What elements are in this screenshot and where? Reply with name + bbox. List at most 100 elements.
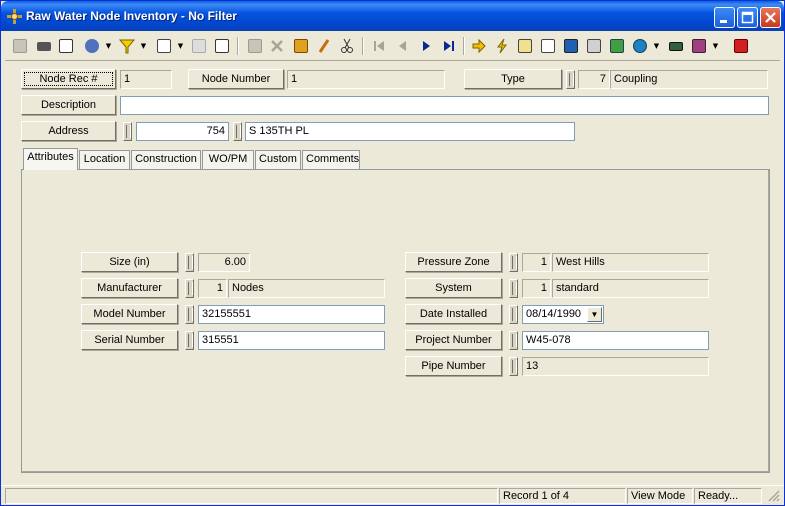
first-record-icon[interactable] [369,36,389,56]
globe-icon[interactable] [630,36,650,56]
stamp-icon[interactable] [291,36,311,56]
address-street-field[interactable]: S 135TH PL [245,122,575,141]
pipe-number-grip[interactable] [509,357,518,376]
type-code-field: 7 [578,70,610,89]
goto-arrow-icon[interactable] [469,36,489,56]
size-grip[interactable] [185,253,194,272]
save-icon[interactable] [245,36,265,56]
serial-number-label-button[interactable]: Serial Number [81,330,178,350]
lightning-icon[interactable] [492,36,512,56]
pressure-zone-lookup-grip[interactable] [509,253,518,272]
search-dropdown-icon[interactable]: ▼ [105,42,112,50]
system-value-field: standard [552,279,709,298]
exit-icon[interactable] [731,36,751,56]
maximize-icon [741,11,754,24]
system-lookup-grip[interactable] [509,279,518,298]
mode-pane: View Mode [627,488,693,504]
manufacturer-label-button[interactable]: Manufacturer [81,278,178,298]
edit-icon[interactable] [314,36,334,56]
tree-icon[interactable] [515,36,535,56]
description-label-button[interactable]: Description [21,95,116,115]
model-number-label-button[interactable]: Model Number [81,304,178,324]
close-icon [765,12,776,23]
keyboard-icon[interactable] [666,36,686,56]
search-icon[interactable] [82,36,102,56]
minimize-button[interactable] [714,7,735,28]
last-record-icon[interactable] [439,36,459,56]
next-record-icon[interactable] [416,36,436,56]
app-icon [7,9,22,24]
copy-icon[interactable] [189,36,209,56]
pressure-zone-code-field: 1 [522,253,551,272]
model-number-grip[interactable] [185,305,194,324]
type-label-button[interactable]: Type [464,69,562,89]
date-installed-field[interactable]: 08/14/1990 ▼ [522,305,604,324]
paste-icon[interactable] [212,36,232,56]
book-dropdown-icon[interactable]: ▼ [712,42,719,50]
filter-dropdown-icon[interactable]: ▼ [140,42,147,50]
tab-construction[interactable]: Construction [131,150,201,169]
status-bar: Record 1 of 4 View Mode Ready... [1,485,784,505]
node-number-field: 1 [287,70,445,89]
print-preview-icon[interactable] [56,36,76,56]
project-number-grip[interactable] [509,331,518,350]
report-dropdown-icon[interactable]: ▼ [177,42,184,50]
node-rec-field: 1 [120,70,172,89]
tab-custom[interactable]: Custom [255,150,301,169]
node-number-label-button[interactable]: Node Number [188,69,284,89]
close-button[interactable] [760,7,781,28]
resize-grip-icon[interactable] [763,488,781,504]
description-field[interactable] [120,96,769,115]
date-installed-value: 08/14/1990 [526,308,582,320]
size-field: 6.00 [198,253,250,272]
address-number-field[interactable]: 754 [136,122,229,141]
date-installed-label-button[interactable]: Date Installed [405,304,502,324]
calculator-icon[interactable] [584,36,604,56]
toolbar: ▼ ▼ ▼ ▼ ▼ [5,33,780,61]
toolbar-separator [237,37,239,55]
node-rec-label-button[interactable]: Node Rec # [21,69,116,89]
window-title: Raw Water Node Inventory - No Filter [26,9,237,23]
new-icon[interactable] [10,36,30,56]
toolbar-separator [362,37,364,55]
book-icon[interactable] [689,36,709,56]
serial-number-grip[interactable] [185,331,194,350]
tab-wo-pm[interactable]: WO/PM [202,150,254,169]
pressure-zone-label-button[interactable]: Pressure Zone [405,252,502,272]
maximize-button[interactable] [737,7,758,28]
minimize-icon [720,20,727,23]
address-label-button[interactable]: Address [21,121,116,141]
model-number-field[interactable]: 32155551 [198,305,385,324]
date-installed-grip[interactable] [509,305,518,324]
toolbar-separator [463,37,465,55]
map-view-icon[interactable] [561,36,581,56]
street-lookup-grip[interactable] [233,122,242,141]
pressure-zone-value-field: West Hills [552,253,709,272]
delete-icon[interactable] [267,36,287,56]
report-icon[interactable] [154,36,174,56]
main-window: Raw Water Node Inventory - No Filter ▼ ▼… [0,0,785,506]
tab-location[interactable]: Location [79,150,130,169]
address-lookup-grip[interactable] [123,122,132,141]
record-count-pane: Record 1 of 4 [499,488,626,504]
type-lookup-grip[interactable] [566,70,575,89]
status-message-pane [5,488,498,504]
globe-dropdown-icon[interactable]: ▼ [653,42,660,50]
manufacturer-lookup-grip[interactable] [185,279,194,298]
serial-number-field[interactable]: 315551 [198,331,385,350]
project-number-field[interactable]: W45-078 [522,331,709,350]
pipe-number-label-button[interactable]: Pipe Number [405,356,502,376]
size-label-button[interactable]: Size (in) [81,252,178,272]
filter-icon[interactable] [117,36,137,56]
system-label-button[interactable]: System [405,278,502,298]
date-picker-dropdown-icon[interactable]: ▼ [587,307,602,322]
prev-record-icon[interactable] [393,36,413,56]
image-icon[interactable] [607,36,627,56]
hierarchy-icon[interactable] [538,36,558,56]
print-icon[interactable] [34,36,54,56]
tab-comments[interactable]: Comments [302,150,360,169]
project-number-label-button[interactable]: Project Number [405,330,502,350]
cut-icon[interactable] [337,36,357,56]
tab-attributes[interactable]: Attributes [23,148,78,170]
title-bar[interactable]: Raw Water Node Inventory - No Filter [1,1,784,31]
